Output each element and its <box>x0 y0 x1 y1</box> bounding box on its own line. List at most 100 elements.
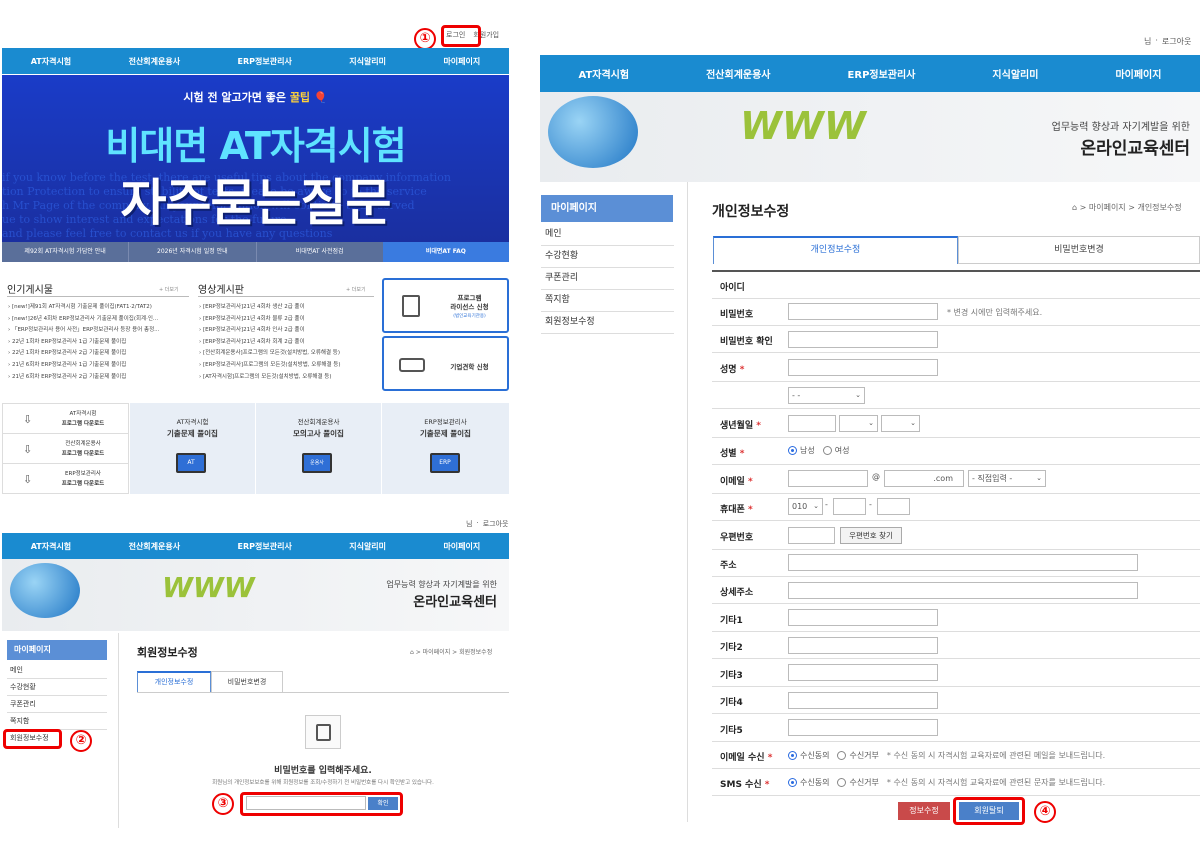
password-confirm-field[interactable] <box>788 331 938 348</box>
gender-male-radio[interactable]: 남성 <box>788 445 815 456</box>
label-etc1: 기타1 <box>720 616 743 626</box>
nav-item[interactable]: ERP정보관리사 <box>238 56 292 67</box>
phone-middle-field[interactable] <box>833 498 866 515</box>
sms-refuse-radio[interactable]: 수신거부 <box>837 777 879 788</box>
sidebar-item-coupons[interactable]: 쿠폰관리 <box>7 697 107 713</box>
sidebar-item-main[interactable]: 메인 <box>7 663 107 679</box>
list-item[interactable]: › [new!]제91회 AT자격시험 기출문제 풀이집(FAT1·2/TAT2… <box>8 302 190 314</box>
banner-tab[interactable]: 2026년 자격시험 일정 안내 <box>128 242 256 262</box>
name-type-select[interactable]: - - ⌄ <box>788 387 865 404</box>
list-item[interactable]: › [new!]26년 4회차 ERP정보관리사 기출문제 풀이집(회계·인..… <box>8 314 190 326</box>
list-item[interactable]: › [AT자격시험]프로그램의 모든것(설치방법, 오류해결 등) <box>199 372 377 384</box>
save-button[interactable]: 정보수정 <box>898 802 950 820</box>
banner-tab[interactable]: 제92회 AT자격시험 가답안 안내 <box>2 242 129 262</box>
nav-item[interactable]: 전산회계운용사 <box>129 541 181 552</box>
nav-item[interactable]: ERP정보관리사 <box>848 66 916 81</box>
book-card[interactable]: 전산회계운용사 모의고사 풀이집 운용사 <box>256 403 381 494</box>
globe-laptop-image <box>10 563 80 618</box>
main-nav: AT자격시험 전산회계운용사 ERP정보관리사 지식알리미 마이페이지 <box>2 48 509 74</box>
sidebar-item-main[interactable]: 메인 <box>541 225 674 246</box>
zip-field[interactable] <box>788 527 835 544</box>
logout-link[interactable]: 로그아웃 <box>1162 36 1191 47</box>
sms-agree-radio[interactable]: 수신동의 <box>788 777 829 788</box>
address-field[interactable] <box>788 554 1138 571</box>
list-item[interactable]: › [ERP정보관리사]21년 4회차 회계 2급 풀이 <box>199 337 377 349</box>
address-detail-field[interactable] <box>788 582 1138 599</box>
nav-item[interactable]: ERP정보관리사 <box>238 541 292 552</box>
email-domain-select[interactable]: - 직접입력 - ⌄ <box>968 470 1046 487</box>
main-nav-3: AT자격시험 전산회계운용사 ERP정보관리사 지식알리미 마이페이지 <box>540 55 1200 92</box>
name-field[interactable] <box>788 359 938 376</box>
label-phone: 휴대폰 * <box>720 505 753 515</box>
phone-prefix-select[interactable]: 010 ⌄ <box>788 498 823 515</box>
banner-tab[interactable]: 비대면AT 사전점검 <box>255 242 383 262</box>
birth-year-field[interactable] <box>788 415 836 432</box>
tab-personal-info[interactable]: 개인정보수정 <box>137 671 211 693</box>
email-domain-field[interactable]: .com <box>884 470 964 487</box>
sidebar-item-messages[interactable]: 쪽지함 <box>7 714 107 730</box>
step-1-badge: ① <box>414 28 436 50</box>
email-refuse-radio[interactable]: 수신거부 <box>837 750 879 761</box>
company-visit-title: 기업견학 신청 <box>450 363 489 371</box>
nav-item[interactable]: 지식알리미 <box>349 56 386 67</box>
sidebar-item-profile-edit[interactable]: 회원정보수정 <box>541 313 674 334</box>
etc4-field[interactable] <box>788 692 938 709</box>
label-etc3: 기타3 <box>720 671 743 681</box>
nav-item[interactable]: 마이페이지 <box>1115 66 1161 81</box>
book-card[interactable]: ERP정보관리사 기출문제 풀이집 ERP <box>382 403 509 494</box>
list-item[interactable]: › 21년 6회차 ERP정보관리사 1급 기출문제 풀이집 <box>8 360 190 372</box>
faq-banner[interactable]: if you know before the test, there are u… <box>2 75 509 242</box>
nav-item[interactable]: 전산회계운용사 <box>129 56 181 67</box>
etc3-field[interactable] <box>788 664 938 681</box>
list-item[interactable]: › 「ERP정보관리사 용어 사전」ERP정보관리사 등장 용어 총정... <box>8 325 190 337</box>
book-card[interactable]: AT자격시험 기출문제 풀이집 AT <box>130 403 255 494</box>
nav-item[interactable]: AT자격시험 <box>579 66 630 81</box>
nav-item[interactable]: 지식알리미 <box>992 66 1038 81</box>
nav-item[interactable]: 전산회계운용사 <box>706 66 770 81</box>
password-field[interactable] <box>788 303 938 320</box>
download-item[interactable]: ⇩ AT자격시험 프로그램 다운로드 <box>3 404 128 434</box>
sidebar-item-coupons[interactable]: 쿠폰관리 <box>541 269 674 290</box>
banner-title-2: 자주묻는질문 <box>120 174 392 232</box>
step-3-badge: ③ <box>212 793 234 815</box>
tab-password-change[interactable]: 비밀번호변경 <box>958 236 1200 264</box>
zip-search-button[interactable]: 우편번호 찾기 <box>840 527 902 544</box>
popular-more[interactable]: + 더보기 <box>159 286 179 293</box>
nav-item[interactable]: AT자격시험 <box>31 56 71 67</box>
nav-item[interactable]: 지식알리미 <box>349 541 386 552</box>
gender-female-radio[interactable]: 여성 <box>822 445 849 456</box>
nav-item[interactable]: AT자격시험 <box>31 541 71 552</box>
edu-banner-right: WWW 업무능력 향상과 자기계발을 위한 온라인교육센터 <box>540 92 1200 182</box>
etc2-field[interactable] <box>788 637 938 654</box>
download-item[interactable]: ⇩ ERP정보관리사 프로그램 다운로드 <box>3 464 128 494</box>
list-item[interactable]: › [ERP정보관리사]21년 4회차 생산 2급 풀이 <box>199 302 377 314</box>
list-item[interactable]: › [ERP정보관리사]21년 4회차 인사 2급 풀이 <box>199 325 377 337</box>
video-more[interactable]: + 더보기 <box>346 286 366 293</box>
list-item[interactable]: › 22년 1회차 ERP정보관리사 1급 기출문제 풀이집 <box>8 337 190 349</box>
sidebar-item-messages[interactable]: 쪽지함 <box>541 291 674 312</box>
sidebar-item-courses[interactable]: 수강현황 <box>541 247 674 268</box>
license-card[interactable]: 프로그램 라이선스 신청 (법인교육기관용) <box>382 278 509 333</box>
birth-day-select[interactable]: ⌄ <box>881 415 920 432</box>
nav-item[interactable]: 마이페이지 <box>443 56 480 67</box>
tab-password-change[interactable]: 비밀번호변경 <box>211 671 283 693</box>
sidebar-item-courses[interactable]: 수강현황 <box>7 680 107 696</box>
etc5-field[interactable] <box>788 719 938 736</box>
phone-last-field[interactable] <box>877 498 910 515</box>
birth-month-select[interactable]: ⌄ <box>839 415 878 432</box>
email-agree-radio[interactable]: 수신동의 <box>788 750 829 761</box>
email-id-field[interactable] <box>788 470 868 487</box>
download-item[interactable]: ⇩ 전산회계운용사 프로그램 다운로드 <box>3 434 128 464</box>
banner-tab-active[interactable]: 비대면AT FAQ <box>382 242 509 262</box>
logout-link[interactable]: 로그아웃 <box>483 519 509 529</box>
list-item[interactable]: › [ERP정보관리사]21년 4회차 물류 2급 풀이 <box>199 314 377 326</box>
book-icon: AT <box>176 453 206 473</box>
list-item[interactable]: › 22년 1회차 ERP정보관리사 2급 기출문제 풀이집 <box>8 348 190 360</box>
list-item[interactable]: › [전산회계운용사]프로그램의 모든것(설치방법, 오류해결 등) <box>199 348 377 360</box>
list-item[interactable]: › [ERP정보관리사]프로그램의 모든것(설치방법, 오류해결 등) <box>199 360 377 372</box>
etc1-field[interactable] <box>788 609 938 626</box>
nav-item[interactable]: 마이페이지 <box>443 541 480 552</box>
tab-personal-info[interactable]: 개인정보수정 <box>713 236 958 264</box>
list-item[interactable]: › 21년 6회차 ERP정보관리사 2급 기출문제 풀이집 <box>8 372 190 384</box>
company-visit-card[interactable]: 기업견학 신청 <box>382 336 509 391</box>
